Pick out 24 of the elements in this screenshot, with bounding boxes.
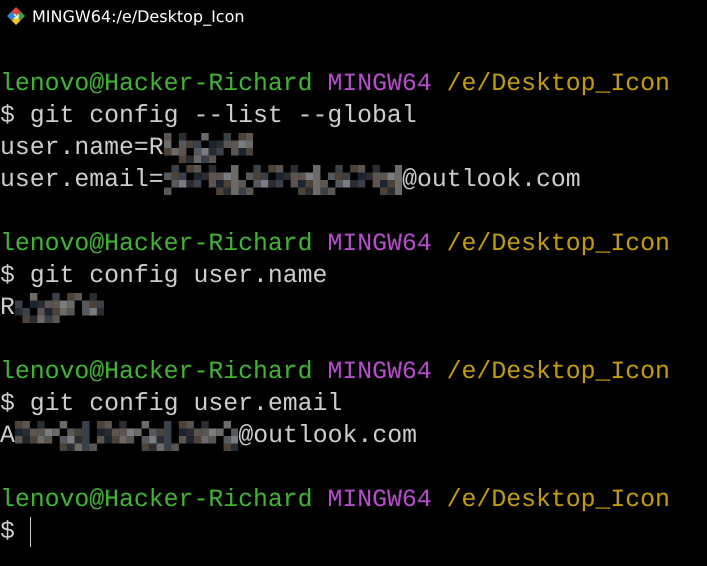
prompt-system: MINGW64 bbox=[328, 230, 432, 258]
app-icon bbox=[6, 6, 26, 26]
output-text: @outlook.com bbox=[402, 166, 581, 194]
output-text: R bbox=[0, 294, 15, 322]
prompt-path: /e/Desktop_Icon bbox=[446, 230, 670, 258]
output-text: A bbox=[0, 422, 15, 450]
window-title: MINGW64:/e/Desktop_Icon bbox=[32, 6, 245, 26]
prompt-path: /e/Desktop_Icon bbox=[446, 486, 670, 514]
prompt-system: MINGW64 bbox=[328, 486, 432, 514]
command-text: $ bbox=[0, 518, 15, 546]
prompt-user-host: lenovo@Hacker-Richard bbox=[0, 230, 312, 258]
prompt-system: MINGW64 bbox=[328, 70, 432, 98]
prompt-user-host: lenovo@Hacker-Richard bbox=[0, 358, 312, 386]
output-text: @outlook.com bbox=[238, 422, 417, 450]
output-text: user.name=R bbox=[0, 134, 164, 162]
prompt-system: MINGW64 bbox=[328, 358, 432, 386]
prompt-user-host: lenovo@Hacker-Richard bbox=[0, 486, 312, 514]
prompt-path: /e/Desktop_Icon bbox=[446, 70, 670, 98]
prompt-user-host: lenovo@Hacker-Richard bbox=[0, 70, 312, 98]
output-text: user.email= bbox=[0, 166, 164, 194]
prompt-path: /e/Desktop_Icon bbox=[446, 358, 670, 386]
command-text: $ git config --list --global bbox=[0, 102, 417, 130]
command-text: $ git config user.name bbox=[0, 262, 328, 290]
command-text: $ git config user.email bbox=[0, 390, 342, 418]
